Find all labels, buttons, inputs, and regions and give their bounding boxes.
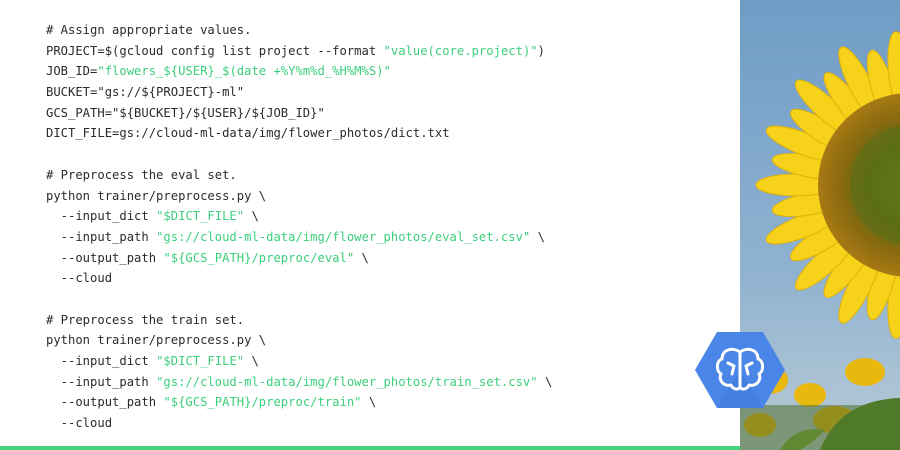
code-text: --input_dict	[46, 209, 157, 224]
code-text: \	[354, 250, 369, 265]
code-line: JOB_ID="flowers_${USER}_$(date +%Y%m%d_%…	[46, 61, 552, 82]
code-text: GCS_PATH="${BUCKET}/${USER}/${JOB_ID}"	[46, 105, 325, 120]
code-text: python trainer/preprocess.py \	[46, 333, 267, 348]
accent-bar	[0, 446, 740, 450]
code-line: --cloud	[46, 413, 552, 434]
code-string: "$DICT_FILE"	[156, 354, 245, 368]
code-block: # Assign appropriate values. PROJECT=$(gc…	[46, 20, 552, 434]
code-string: "value(core.project)"	[383, 43, 538, 58]
code-line: python trainer/preprocess.py \	[46, 330, 552, 351]
code-text: --cloud	[46, 416, 113, 431]
code-string: "${GCS_PATH}/preproc/eval"	[163, 250, 355, 265]
code-text: \	[244, 209, 259, 224]
code-text: --output_path	[46, 250, 164, 265]
code-line: python trainer/preprocess.py \	[46, 186, 552, 207]
code-text: --cloud	[46, 271, 113, 286]
code-text: \	[244, 354, 259, 368]
code-text: --input_path	[46, 374, 157, 389]
code-line: --input_dict "$DICT_FILE" \	[46, 206, 552, 227]
code-text: # Preprocess the train set.	[46, 312, 245, 327]
code-line: --output_path "${GCS_PATH}/preproc/train…	[46, 392, 552, 413]
code-line: --output_path "${GCS_PATH}/preproc/eval"…	[46, 248, 552, 269]
code-text: DICT_FILE=gs://cloud-ml-data/img/flower_…	[46, 126, 450, 141]
code-string: "$DICT_FILE"	[156, 209, 245, 224]
code-text: python trainer/preprocess.py \	[46, 188, 267, 203]
code-line: --cloud	[46, 268, 552, 289]
code-text: # Assign appropriate values.	[46, 23, 252, 37]
code-line: --input_dict "$DICT_FILE" \	[46, 351, 552, 372]
code-line: # Preprocess the train set.	[46, 310, 552, 331]
code-panel: # Assign appropriate values. PROJECT=$(gc…	[0, 0, 740, 450]
code-line: # Preprocess the eval set.	[46, 165, 552, 186]
code-line: --input_path "gs://cloud-ml-data/img/flo…	[46, 227, 552, 248]
code-line: BUCKET="gs://${PROJECT}-ml"	[46, 82, 552, 103]
code-text: BUCKET="gs://${PROJECT}-ml"	[46, 85, 245, 100]
code-text: JOB_ID=	[46, 64, 98, 79]
code-string: "${GCS_PATH}/preproc/train"	[163, 395, 362, 410]
code-line: PROJECT=$(gcloud config list project --f…	[46, 41, 552, 62]
code-line: DICT_FILE=gs://cloud-ml-data/img/flower_…	[46, 123, 552, 144]
code-line: GCS_PATH="${BUCKET}/${USER}/${JOB_ID}"	[46, 103, 552, 124]
code-text: --input_path	[46, 229, 157, 244]
code-string: "gs://cloud-ml-data/img/flower_photos/tr…	[156, 374, 538, 389]
code-text: --output_path	[46, 395, 164, 410]
cloud-ml-brain-icon	[695, 330, 785, 410]
code-text: # Preprocess the eval set.	[46, 167, 237, 182]
code-line: # Assign appropriate values.	[46, 20, 552, 41]
code-line: --input_path "gs://cloud-ml-data/img/flo…	[46, 372, 553, 393]
code-text: \	[537, 374, 553, 389]
code-text: \	[530, 229, 545, 244]
code-text: --input_dict	[46, 354, 157, 368]
code-text: \	[361, 395, 377, 410]
code-text: )	[537, 43, 545, 58]
code-string: "gs://cloud-ml-data/img/flower_photos/ev…	[156, 229, 531, 244]
code-text: PROJECT=$(gcloud config list project --f…	[46, 43, 384, 58]
code-string: "flowers_${USER}_$(date +%Y%m%d_%H%M%S)"	[97, 64, 391, 79]
